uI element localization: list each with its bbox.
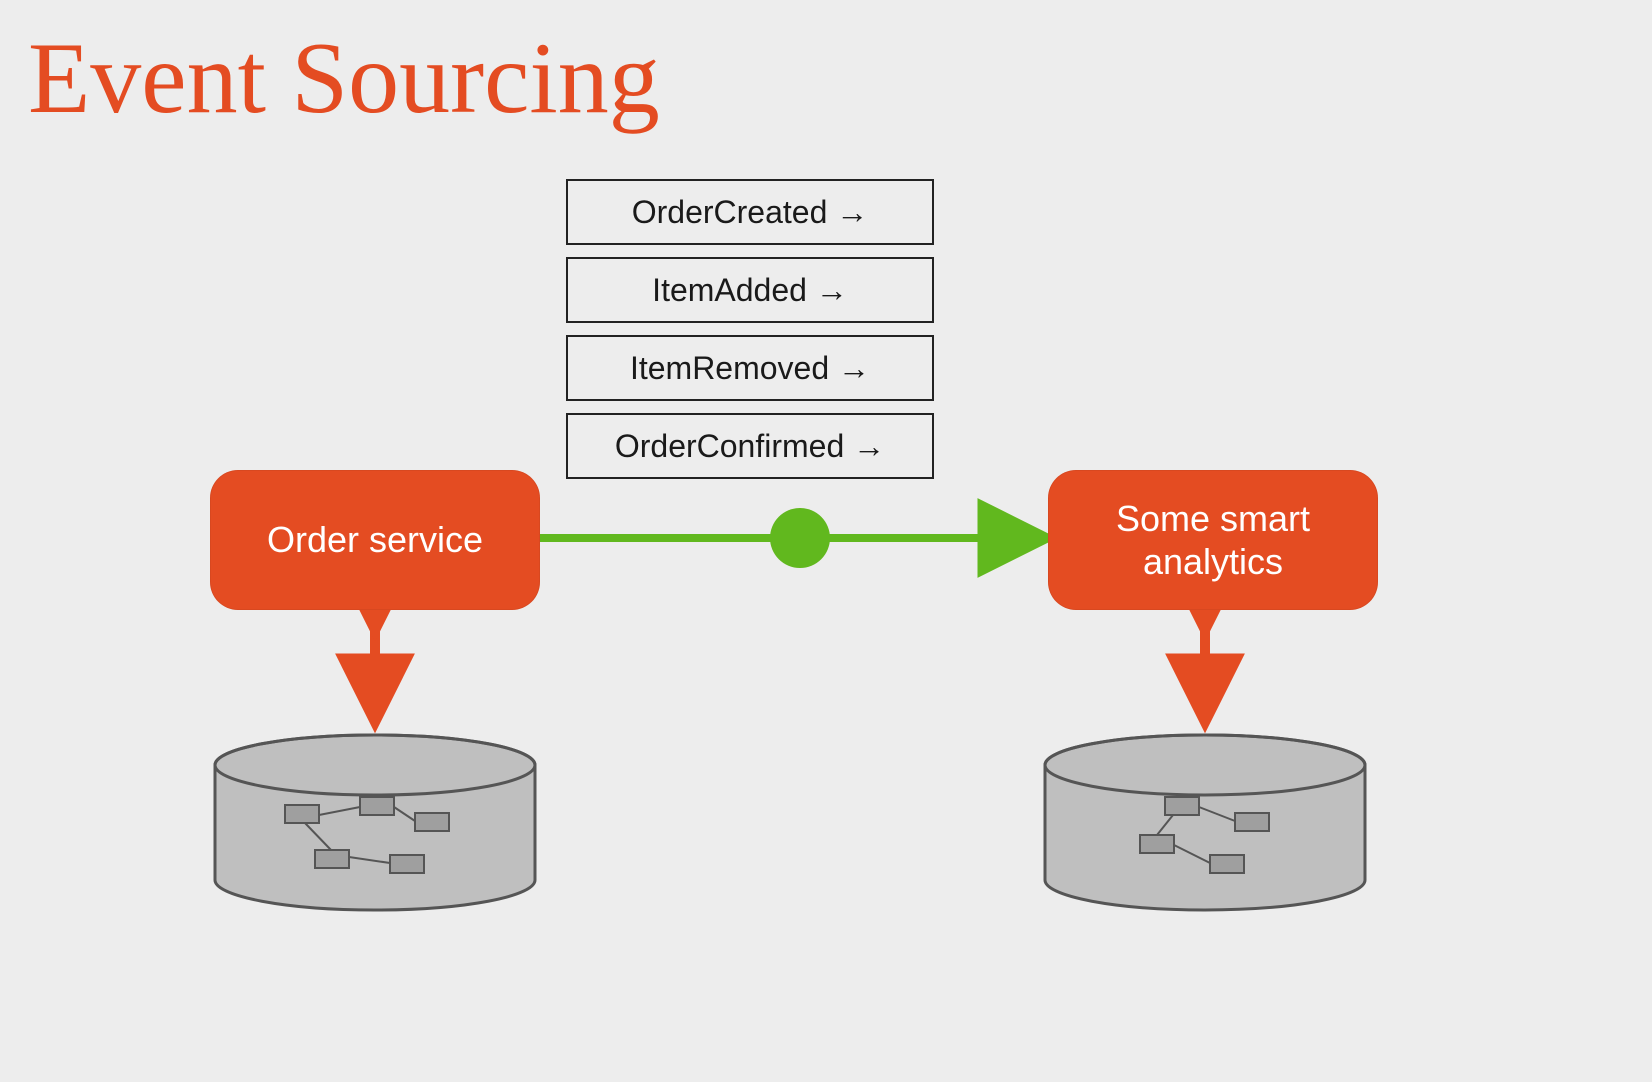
database-icon bbox=[215, 735, 535, 910]
analytics-service-box: Some smart analytics bbox=[1048, 470, 1378, 610]
service-label: Order service bbox=[267, 518, 483, 561]
event-item: OrderConfirmed → bbox=[566, 413, 934, 479]
event-item: ItemRemoved → bbox=[566, 335, 934, 401]
event-item: OrderCreated → bbox=[566, 179, 934, 245]
order-service-box: Order service bbox=[210, 470, 540, 610]
event-bus-node-icon bbox=[770, 508, 830, 568]
service-label: Some smart analytics bbox=[1048, 497, 1378, 583]
event-item: ItemAdded → bbox=[566, 257, 934, 323]
slide-title: Event Sourcing bbox=[28, 20, 660, 137]
database-icon bbox=[1045, 735, 1365, 910]
event-stream-list: OrderCreated → ItemAdded → ItemRemoved →… bbox=[566, 179, 934, 479]
